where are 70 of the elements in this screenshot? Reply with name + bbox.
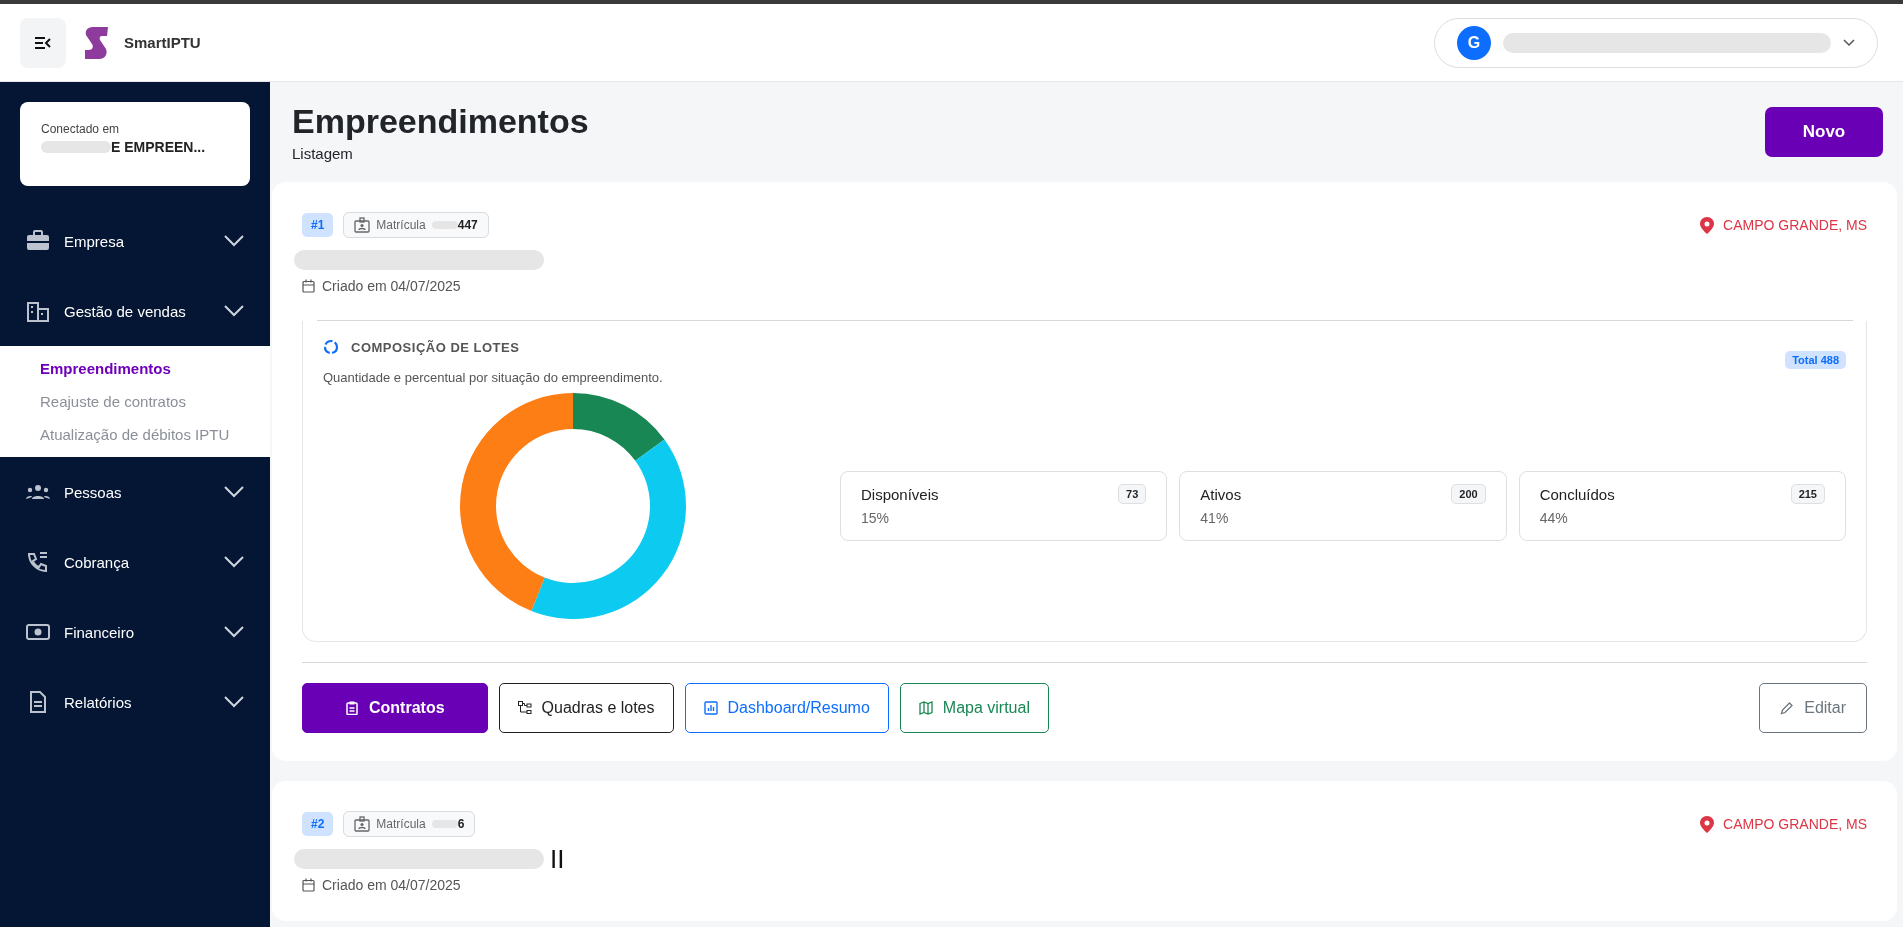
brand-name: SmartIPTU <box>124 34 201 51</box>
user-avatar: G <box>1457 25 1491 60</box>
bar-chart-icon <box>703 701 718 715</box>
action-button[interactable]: Dashboard/Resumo <box>684 683 889 733</box>
panel-description: Quantidade e percentual por situação do empreendimento. <box>323 370 664 385</box>
panel-title: COMPOSIÇÃO DE LOTES <box>351 339 520 355</box>
menu-icon <box>34 35 52 50</box>
action-button[interactable]: Mapa virtual <box>899 683 1049 733</box>
status-label: Disponíveis <box>861 485 939 503</box>
count-badge: 215 <box>1790 484 1825 504</box>
action-button[interactable]: Contratos <box>302 683 488 733</box>
location-label: CAMPO GRANDE, MS <box>1700 815 1867 833</box>
loading-circle-icon <box>323 339 339 355</box>
page-subtitle: Listagem <box>292 145 354 162</box>
count-badge: 200 <box>1451 484 1486 504</box>
buildings-icon <box>26 300 50 322</box>
status-label: Concluídos <box>1539 485 1615 503</box>
status-percentage: 15% <box>861 510 891 526</box>
user-menu-button[interactable]: G <box>1434 17 1878 68</box>
environment-name: E EMPREEN... <box>111 139 206 155</box>
id-badge-icon <box>354 217 371 233</box>
status-label: Ativos <box>1200 485 1242 503</box>
count-badge: 73 <box>1118 484 1147 504</box>
clipboard-icon <box>345 701 359 715</box>
map-pin-icon <box>1700 815 1715 833</box>
banknote-icon <box>26 621 50 643</box>
chevron-down-icon <box>224 235 244 247</box>
registration-label: Matrícula <box>376 218 426 232</box>
connected-label: Conectado em <box>41 122 121 136</box>
status-percentage: 41% <box>1200 510 1230 526</box>
menu-toggle-button[interactable] <box>20 17 66 68</box>
index-badge: #1 <box>302 213 334 237</box>
redaction-block <box>41 141 111 153</box>
created-date: Criado em 04/07/2025 <box>322 877 461 893</box>
registration-number: 447 <box>457 218 478 232</box>
sidebar-item[interactable]: Cobrança <box>0 527 270 597</box>
calendar-icon <box>302 878 315 892</box>
sidebar-item[interactable]: Financeiro <box>0 597 270 667</box>
registration-number: 6 <box>457 817 465 831</box>
submenu-item[interactable]: Empreendimentos <box>0 352 270 385</box>
index-badge: #2 <box>302 812 334 836</box>
map-icon <box>918 701 933 715</box>
phone-icon <box>26 551 50 573</box>
total-badge: Total 488 <box>1785 351 1846 369</box>
action-button[interactable]: Quadras e lotes <box>498 683 674 733</box>
page-title: Empreendimentos <box>292 102 589 141</box>
new-button[interactable]: Novo <box>1765 107 1883 157</box>
id-badge-icon <box>354 816 371 832</box>
calendar-icon <box>302 279 315 293</box>
chevron-down-icon <box>224 696 244 708</box>
sidebar-item[interactable]: Relatórios <box>0 667 270 737</box>
pencil-icon <box>1780 701 1795 715</box>
registration-label: Matrícula <box>376 817 426 831</box>
status-percentage: 44% <box>1539 510 1569 526</box>
logo-icon <box>84 25 110 60</box>
hierarchy-icon <box>517 701 532 715</box>
briefcase-icon <box>26 230 50 252</box>
map-pin-icon <box>1700 216 1715 234</box>
chevron-down-icon <box>224 556 244 568</box>
chevron-down-icon <box>224 626 244 638</box>
chevron-down-icon <box>224 305 244 317</box>
sidebar-item[interactable]: Gestão de vendas <box>0 276 270 346</box>
chevron-down-icon <box>1843 38 1855 47</box>
development-title: II <box>550 845 565 873</box>
edit-button[interactable]: Editar <box>1759 683 1867 733</box>
sidebar-item[interactable]: Pessoas <box>0 457 270 527</box>
chevron-down-icon <box>224 486 244 498</box>
sidebar-item[interactable]: Empresa <box>0 206 270 276</box>
created-date: Criado em 04/07/2025 <box>322 278 461 294</box>
location-label: CAMPO GRANDE, MS <box>1700 216 1867 234</box>
